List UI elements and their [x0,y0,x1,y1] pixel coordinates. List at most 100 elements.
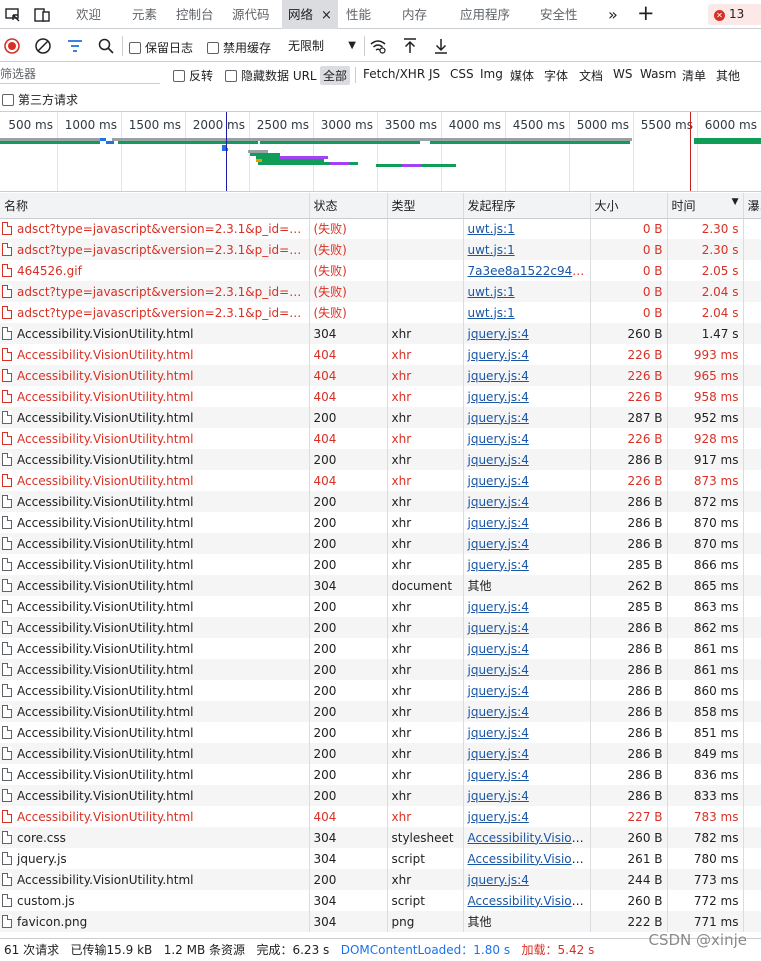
request-name-cell[interactable]: Accessibility.VisionUtility.html [0,428,309,449]
filter-type-font[interactable]: 字体 [544,67,568,84]
table-row[interactable]: Accessibility.VisionUtility.html 200 xhr jq… [0,869,761,890]
filter-icon[interactable] [66,37,84,55]
request-name-cell[interactable]: custom.js [0,890,309,911]
tab-application[interactable]: 应用程序 [460,0,510,29]
tab-performance[interactable]: 性能 [346,0,371,29]
request-initiator[interactable]: uwt.js:1 [468,243,515,257]
request-initiator[interactable]: jquery.js:4 [468,768,529,782]
table-row[interactable]: Accessibility.VisionUtility.html 200 xhr jq… [0,722,761,743]
request-initiator[interactable]: Accessibility.VisionUtility.html [468,894,591,908]
request-name-cell[interactable]: Accessibility.VisionUtility.html [0,722,309,743]
import-har-icon[interactable] [401,37,419,55]
tab-console[interactable]: 控制台 [176,0,214,29]
request-name-cell[interactable]: adsct?type=javascript&version=2.3.1&p_id… [0,218,309,239]
request-name-cell[interactable]: Accessibility.VisionUtility.html [0,869,309,890]
third-party-checkbox[interactable]: 第三方请求 [2,91,78,108]
filter-type-wasm[interactable]: Wasm [640,67,676,81]
tab-network[interactable]: 网络 × [282,0,338,29]
request-initiator[interactable]: jquery.js:4 [468,327,529,341]
column-header-waterfall[interactable]: 瀑 [742,193,761,219]
table-row[interactable]: Accessibility.VisionUtility.html 200 xhr jq… [0,659,761,680]
request-name-cell[interactable]: Accessibility.VisionUtility.html [0,449,309,470]
request-name-cell[interactable]: Accessibility.VisionUtility.html [0,575,309,596]
request-name-cell[interactable]: Accessibility.VisionUtility.html [0,659,309,680]
request-name-cell[interactable]: Accessibility.VisionUtility.html [0,407,309,428]
table-row[interactable]: custom.js 304script Accessibility.VisionUt… [0,890,761,911]
request-initiator[interactable]: jquery.js:4 [468,474,529,488]
request-name-cell[interactable]: Accessibility.VisionUtility.html [0,386,309,407]
table-row[interactable]: adsct?type=javascript&version=2.3.1&p_id… [0,302,761,323]
table-row[interactable]: Accessibility.VisionUtility.html 200 xhr jq… [0,638,761,659]
tab-memory[interactable]: 内存 [402,0,427,29]
table-row[interactable]: adsct?type=javascript&version=2.3.1&p_id… [0,239,761,260]
request-initiator[interactable]: jquery.js:4 [468,600,529,614]
more-tabs-icon[interactable]: » [608,0,618,29]
filter-type-img[interactable]: Img [480,67,503,81]
request-initiator[interactable]: jquery.js:4 [468,516,529,530]
filter-type-other[interactable]: 其他 [716,67,740,84]
table-row[interactable]: adsct?type=javascript&version=2.3.1&p_id… [0,281,761,302]
table-row[interactable]: Accessibility.VisionUtility.html 304 docum… [0,575,761,596]
table-row[interactable]: Accessibility.VisionUtility.html 200 xhr jq… [0,764,761,785]
table-row[interactable]: Accessibility.VisionUtility.html 200 xhr jq… [0,512,761,533]
request-name-cell[interactable]: adsct?type=javascript&version=2.3.1&p_id… [0,239,309,260]
request-name-cell[interactable]: 464526.gif [0,260,309,281]
request-initiator[interactable]: jquery.js:4 [468,411,529,425]
column-header-status[interactable]: 状态 [308,193,387,219]
request-initiator[interactable]: jquery.js:4 [468,432,529,446]
request-initiator[interactable]: jquery.js:4 [468,495,529,509]
issues-badge[interactable]: ✕ 13 [708,4,761,25]
request-name-cell[interactable]: Accessibility.VisionUtility.html [0,638,309,659]
filter-input[interactable] [0,65,160,84]
tab-close-icon[interactable]: × [321,8,332,23]
table-row[interactable]: Accessibility.VisionUtility.html 200 xhr jq… [0,407,761,428]
request-name-cell[interactable]: Accessibility.VisionUtility.html [0,764,309,785]
table-row[interactable]: jquery.js 304script Accessibility.VisionUt… [0,848,761,869]
table-row[interactable]: Accessibility.VisionUtility.html 200 xhr jq… [0,701,761,722]
request-initiator[interactable]: uwt.js:1 [468,306,515,320]
invert-checkbox[interactable]: 反转 [173,67,213,84]
device-toolbar-icon[interactable] [33,6,51,24]
export-har-icon[interactable] [432,37,450,55]
request-initiator[interactable]: jquery.js:4 [468,453,529,467]
request-name-cell[interactable]: Accessibility.VisionUtility.html [0,533,309,554]
request-initiator[interactable]: 7a3ee8a1522c9470.js [468,264,591,278]
table-row[interactable]: Accessibility.VisionUtility.html 200 xhr jq… [0,554,761,575]
checkbox-box[interactable] [225,70,237,82]
checkbox-box[interactable] [129,42,141,54]
request-name-cell[interactable]: Accessibility.VisionUtility.html [0,617,309,638]
request-name-cell[interactable]: jquery.js [0,848,309,869]
column-header-size[interactable]: 大小 [589,193,667,219]
request-initiator[interactable]: jquery.js:4 [468,873,529,887]
request-initiator[interactable]: jquery.js:4 [468,537,529,551]
request-initiator[interactable]: Accessibility.VisionUtility.html [468,831,591,845]
table-row[interactable]: Accessibility.VisionUtility.html 404 xhr jq… [0,470,761,491]
table-row[interactable]: Accessibility.VisionUtility.html 404 xhr jq… [0,344,761,365]
request-name-cell[interactable]: Accessibility.VisionUtility.html [0,701,309,722]
request-initiator[interactable]: uwt.js:1 [468,222,515,236]
request-name-cell[interactable]: adsct?type=javascript&version=2.3.1&p_id… [0,302,309,323]
request-initiator[interactable]: jquery.js:4 [468,390,529,404]
request-name-cell[interactable]: Accessibility.VisionUtility.html [0,785,309,806]
request-name-cell[interactable]: favicon.png [0,911,309,932]
tab-security[interactable]: 安全性 [540,0,578,29]
request-name-cell[interactable]: Accessibility.VisionUtility.html [0,470,309,491]
table-row[interactable]: Accessibility.VisionUtility.html 200 xhr jq… [0,596,761,617]
request-name-cell[interactable]: Accessibility.VisionUtility.html [0,680,309,701]
table-row[interactable]: 464526.gif (失败) 7a3ee8a1522c9470.js 0 B 2.05… [0,260,761,281]
request-initiator[interactable]: jquery.js:4 [468,789,529,803]
tab-welcome[interactable]: 欢迎 [76,0,101,29]
clear-icon[interactable] [34,37,52,55]
table-row[interactable]: Accessibility.VisionUtility.html 200 xhr jq… [0,449,761,470]
request-initiator[interactable]: Accessibility.VisionUtility.html [468,852,591,866]
request-name-cell[interactable]: Accessibility.VisionUtility.html [0,323,309,344]
request-name-cell[interactable]: Accessibility.VisionUtility.html [0,344,309,365]
inspect-element-icon[interactable] [4,6,22,24]
request-initiator[interactable]: jquery.js:4 [468,747,529,761]
column-header-initiator[interactable]: 发起程序 [462,193,590,219]
filter-type-all[interactable]: 全部 [320,66,351,85]
table-row[interactable]: Accessibility.VisionUtility.html 200 xhr jq… [0,491,761,512]
throttling-select[interactable]: 无限制 ▼ [282,35,360,57]
filter-type-media[interactable]: 媒体 [510,67,534,84]
disable-cache-checkbox[interactable]: 禁用缓存 [207,39,271,56]
